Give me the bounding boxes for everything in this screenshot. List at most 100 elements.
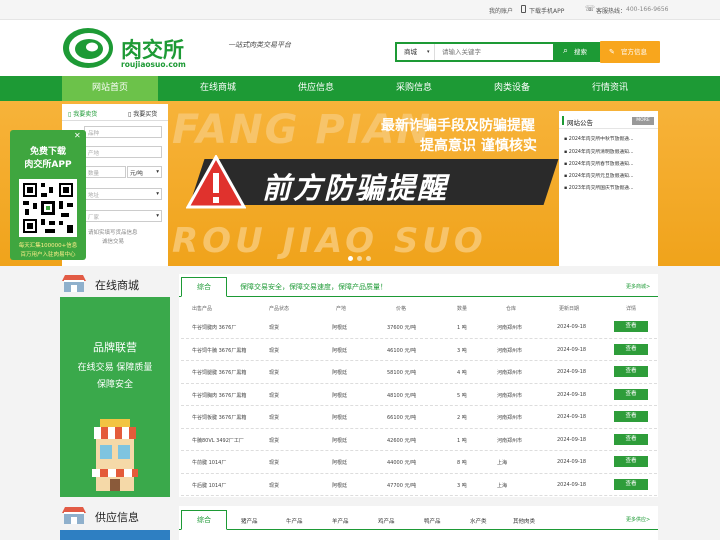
quantity-field[interactable]: 数量	[84, 166, 126, 178]
address-select[interactable]: 地址 ▾	[84, 188, 162, 200]
nav-purchase[interactable]: 采购信息	[366, 76, 462, 101]
search-box: 商城 ▾	[395, 42, 555, 62]
cell-product[interactable]: 牛谷饲牛腩 3676厂黑箱	[192, 347, 246, 354]
supply-tab-beef[interactable]: 牛产品	[286, 517, 303, 525]
supply-tab-duck[interactable]: 鸭产品	[424, 517, 441, 525]
cell-origin: 阿根廷	[332, 347, 348, 354]
view-detail-button[interactable]: 查看	[614, 343, 648, 355]
view-detail-button[interactable]: 查看	[614, 433, 648, 445]
main-nav: 网站首页 在线商城 供应信息 采购信息 肉类设备 行情资讯	[0, 76, 720, 101]
qr-code	[19, 179, 77, 237]
notice-item[interactable]: ▪ 2024年肉交所春节放假通知...	[564, 160, 634, 167]
logo-mark[interactable]	[62, 26, 116, 70]
supply-tab-other[interactable]: 其他肉类	[513, 517, 535, 525]
search-button[interactable]: ⌕ 搜索	[555, 42, 602, 62]
notice-item[interactable]: ▪ 2023年肉交所国庆节放假通...	[564, 184, 634, 191]
supply-tab-pork[interactable]: 猪产品	[241, 517, 258, 525]
cell-origin: 阿根廷	[332, 392, 348, 399]
cell-origin: 阿根廷	[332, 415, 348, 421]
supply-tab-chicken[interactable]: 鸡产品	[378, 517, 395, 525]
unit-label: 元/吨	[130, 171, 143, 177]
view-detail-button[interactable]: 查看	[614, 366, 648, 377]
app-download-popup: ✕ 免费下载 肉交所APP 每天汇集100000+信息 百万用户入驻肉易中心	[10, 130, 86, 260]
hotline-number: 400-166-9656	[626, 6, 669, 13]
supply-tab-mutton[interactable]: 羊产品	[332, 517, 349, 525]
view-detail-button[interactable]: 查看	[614, 478, 648, 490]
cell-product[interactable]: 牛前腱 1014厂	[192, 459, 226, 466]
view-detail-button[interactable]: 查看	[614, 321, 648, 332]
divider	[62, 120, 168, 121]
carousel-dot[interactable]	[357, 256, 362, 261]
close-icon[interactable]: ✕	[74, 131, 81, 140]
cell-quantity: 3 吨	[457, 347, 467, 354]
view-detail-button[interactable]: 查看	[614, 456, 648, 467]
cell-status: 现货	[269, 460, 280, 466]
tab-all[interactable]: 综合	[181, 277, 227, 297]
notice-item[interactable]: ▪ 2024年肉交所元旦放假通知...	[564, 172, 634, 179]
cell-origin: 阿根廷	[332, 482, 348, 489]
cell-warehouse: 河南郑州市	[497, 370, 523, 376]
supply-promo-panel[interactable]	[60, 530, 170, 540]
post-info-button[interactable]: ✎ 官方信息	[600, 41, 660, 63]
mall-promo-panel[interactable]: 品牌联营 在线交易 保障质量 保障安全	[60, 297, 170, 497]
notice-item[interactable]: ▪ 2024年肉交所清明放假通知...	[564, 148, 634, 155]
search-button-label: 搜索	[574, 48, 587, 56]
promo-title: 品牌联营	[93, 341, 137, 354]
view-detail-button[interactable]: 查看	[614, 388, 648, 400]
cell-price: 44000 元/吨	[387, 460, 417, 466]
top-bar: 我的账户 下载手机APP ☏ 客服热线： 400-166-9656	[0, 0, 720, 20]
cell-date: 2024-09-18	[557, 391, 587, 398]
cell-quantity: 4 吨	[457, 370, 467, 376]
search-scope-select[interactable]: 商城 ▾	[397, 44, 435, 60]
nav-equipment[interactable]: 肉类设备	[464, 76, 560, 101]
origin-field[interactable]: 产地	[84, 146, 162, 158]
factory-select[interactable]: 厂家 ▾	[84, 210, 162, 222]
cell-origin: 阿根廷	[332, 460, 348, 466]
warning-icon	[185, 153, 247, 211]
tab-buy-label: 我要买货	[133, 111, 158, 118]
notice-item-text: 2023年肉交所国庆节放假通...	[568, 186, 634, 191]
notice-item-text: 2024年肉交所中秋节放假通...	[568, 137, 634, 142]
search-icon: ⌕	[563, 46, 569, 56]
tab-sell[interactable]: ▯ 我要卖货	[68, 109, 97, 118]
col-date: 更新日期	[559, 306, 580, 312]
carousel-dot[interactable]	[366, 256, 371, 261]
cell-product[interactable]: 牛谷饲腿腱 3676厂黑箱	[192, 369, 246, 376]
supply-more-link[interactable]: 更多供应>	[626, 516, 650, 523]
download-app-link[interactable]: 下载手机APP	[529, 6, 564, 15]
supply-tab-all[interactable]: 综合	[181, 510, 227, 530]
view-detail-button[interactable]: 查看	[614, 411, 648, 422]
nav-mall[interactable]: 在线商城	[170, 76, 266, 101]
supply-tab-seafood[interactable]: 水产类	[470, 517, 487, 525]
mall-more-link[interactable]: 更多商城>	[626, 283, 650, 290]
cell-product[interactable]: 牛谷饲板腱 3676厂黑箱	[192, 414, 246, 421]
hotline-label: 客服热线：	[596, 8, 627, 15]
cell-product[interactable]: 牛谷饲胸肉 3676厂黑箱	[192, 392, 246, 399]
headset-icon: ☏	[585, 4, 596, 13]
carousel-dot[interactable]	[348, 256, 353, 261]
form-note-2: 诚信交易	[102, 239, 125, 245]
cell-quantity: 5 吨	[457, 392, 467, 399]
nav-supply[interactable]: 供应信息	[268, 76, 364, 101]
tab-buy[interactable]: ▯ 我要买货	[128, 109, 157, 118]
my-account-link[interactable]: 我的账户	[489, 6, 513, 15]
search-input[interactable]	[437, 44, 553, 60]
notice-item-text: 2024年肉交所元旦放假通知...	[568, 174, 634, 179]
notice-more-button[interactable]: MORE	[632, 117, 654, 125]
cell-product[interactable]: 牛后腱 1014厂	[192, 482, 226, 489]
notice-item[interactable]: ▪ 2024年肉交所中秋节放假通...	[564, 135, 634, 142]
nav-home[interactable]: 网站首页	[62, 76, 158, 101]
cell-product[interactable]: 牛腩80VL 3492厂工厂	[192, 437, 244, 444]
nav-news[interactable]: 行情资讯	[562, 76, 658, 101]
cell-warehouse: 河南郑州市	[497, 392, 523, 399]
variety-field[interactable]: 品种	[84, 126, 162, 138]
popup-title: 免费下载	[29, 147, 66, 157]
cell-product[interactable]: 牛谷饲腱肉 3676厂	[192, 324, 236, 331]
cell-date: 2024-09-18	[557, 414, 587, 420]
cell-warehouse: 河南郑州市	[497, 437, 523, 444]
unit-select[interactable]: 元/吨 ▾	[127, 166, 162, 178]
storefront-illustration	[90, 419, 140, 491]
popup-subtitle: 肉交所APP	[24, 160, 72, 170]
cell-price: 37600 元/吨	[387, 325, 417, 331]
cell-warehouse: 河南郑州市	[497, 415, 523, 421]
